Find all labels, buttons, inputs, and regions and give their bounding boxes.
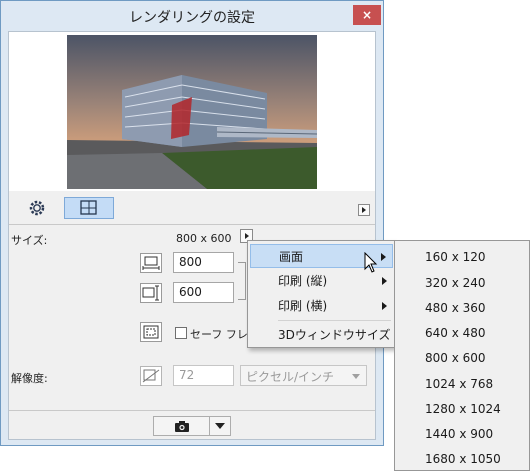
tabs-scroll-right-icon[interactable] — [358, 204, 370, 216]
window-title: レンダリングの設定 — [129, 10, 255, 26]
width-icon — [140, 253, 162, 273]
submenu-item[interactable]: 480 x 360 — [425, 301, 486, 315]
bottom-divider — [9, 410, 375, 411]
gear-icon[interactable] — [28, 199, 46, 217]
safe-frame-checkbox[interactable] — [175, 327, 187, 339]
submenu-item[interactable]: 1440 x 900 — [425, 427, 493, 441]
submenu-item[interactable]: 1024 x 768 — [425, 377, 493, 391]
width-field[interactable]: 800 — [173, 252, 234, 273]
screen-size-submenu: 160 x 120 320 x 240 480 x 360 640 x 480 … — [394, 240, 530, 471]
panel-tabs — [9, 191, 375, 225]
submenu-item[interactable]: 1680 x 1050 — [425, 452, 501, 466]
menu-item-label: 画面 — [279, 250, 304, 264]
size-value: 800 x 600 — [176, 232, 232, 245]
submenu-item[interactable]: 160 x 120 — [425, 250, 486, 264]
submenu-item[interactable]: 640 x 480 — [425, 326, 486, 340]
menu-item-print-landscape[interactable]: 印刷 (横) — [250, 294, 393, 318]
resolution-unit-value: ピクセル/インチ — [246, 370, 335, 384]
submenu-item[interactable]: 320 x 240 — [425, 276, 486, 290]
title-bar[interactable]: レンダリングの設定 × — [1, 1, 383, 31]
resolution-unit-select[interactable]: ピクセル/インチ — [240, 365, 367, 386]
menu-item-3d-window-size[interactable]: 3Dウィンドウサイズ — [250, 323, 393, 347]
height-icon — [140, 283, 162, 303]
submenu-arrow-icon — [382, 302, 387, 310]
submenu-item[interactable]: 800 x 600 — [425, 351, 486, 365]
frame-size-tab[interactable] — [64, 197, 114, 219]
height-field[interactable]: 600 — [173, 282, 234, 303]
submenu-arrow-icon — [382, 277, 387, 285]
preview-area — [9, 32, 375, 191]
menu-item-label: 3Dウィンドウサイズ — [278, 328, 391, 342]
resolution-icon — [140, 366, 162, 386]
render-preview-image — [67, 35, 317, 189]
frame-size-icon — [80, 200, 97, 215]
resolution-field[interactable]: 72 — [173, 365, 234, 386]
render-options-chevron-icon[interactable] — [215, 423, 225, 429]
menu-separator — [278, 320, 391, 321]
close-button[interactable]: × — [353, 5, 381, 25]
menu-item-label: 印刷 (横) — [278, 299, 328, 313]
safe-frame-icon — [140, 322, 162, 342]
chevron-down-icon — [352, 374, 360, 379]
mouse-cursor-icon — [364, 252, 378, 273]
submenu-arrow-icon — [381, 253, 386, 261]
resolution-label: 解像度: — [11, 372, 48, 385]
size-label: サイズ: — [11, 234, 48, 247]
submenu-item[interactable]: 1280 x 1024 — [425, 402, 501, 416]
render-button[interactable] — [153, 416, 231, 436]
menu-item-label: 印刷 (縦) — [278, 274, 328, 288]
link-proportions-bracket[interactable] — [238, 262, 246, 300]
camera-icon — [175, 421, 189, 432]
